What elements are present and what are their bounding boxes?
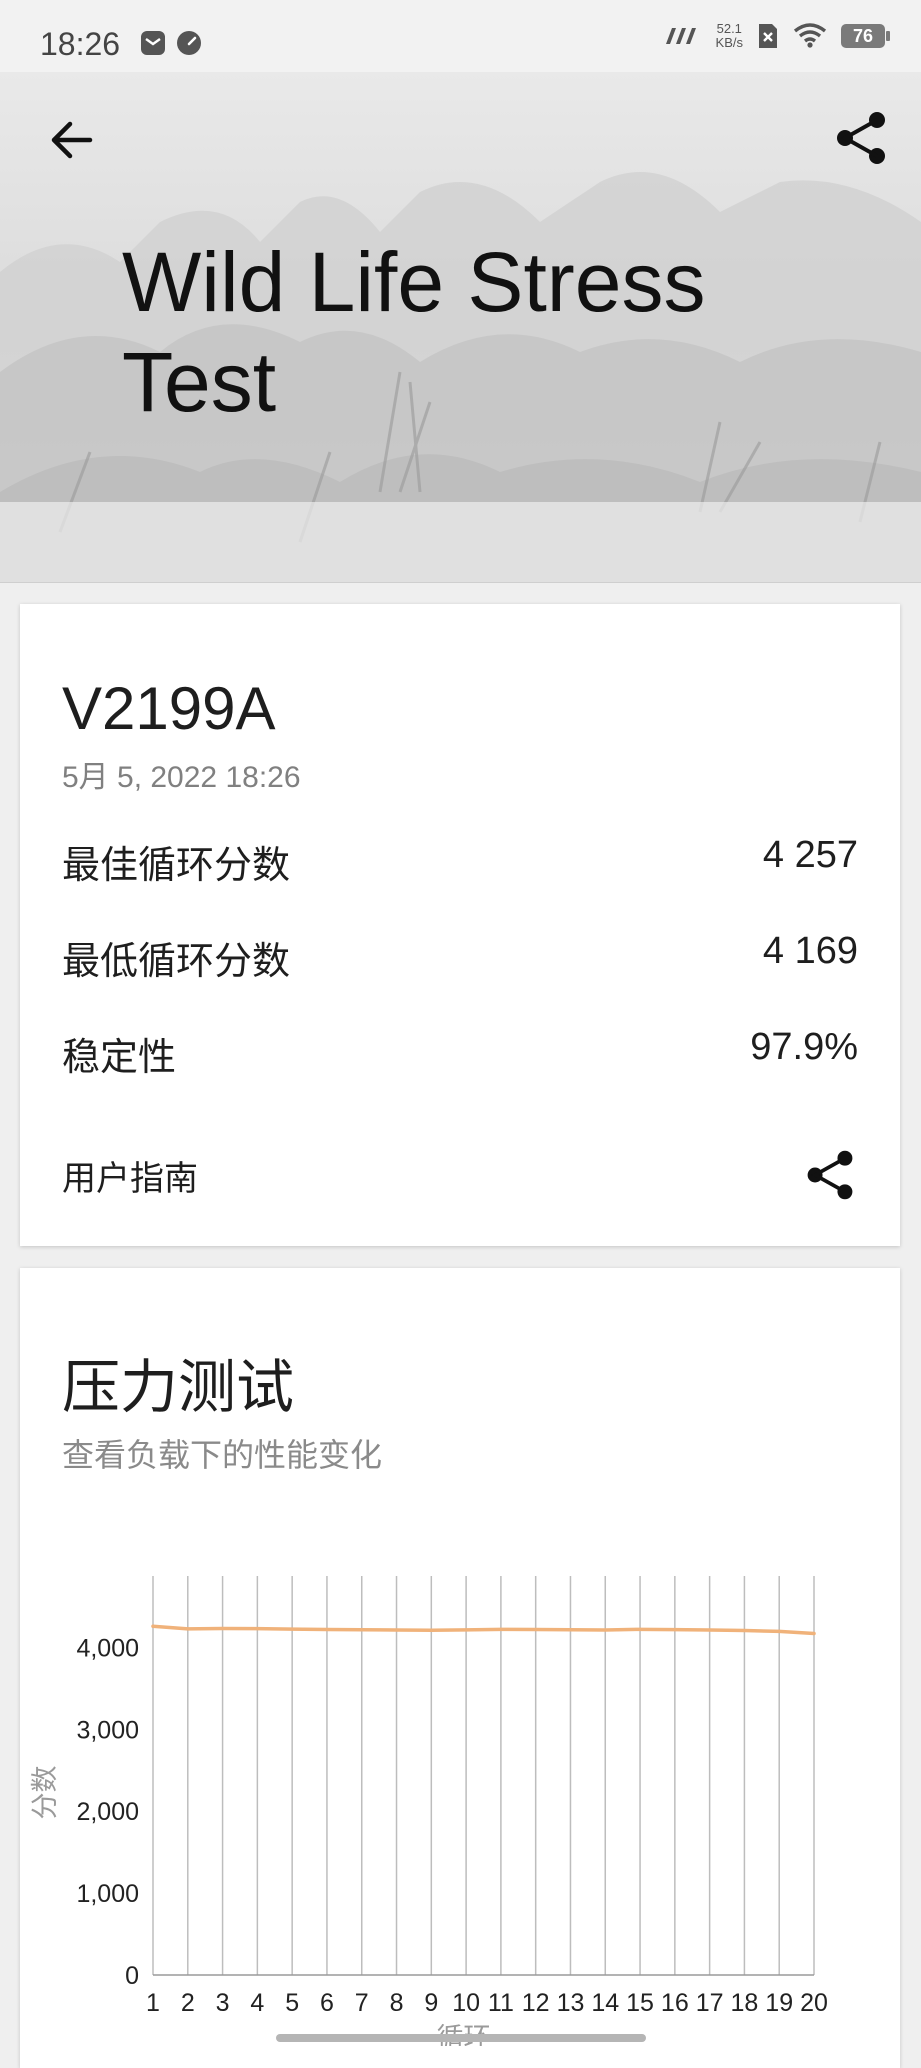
x-tick-label: 14 [591,1989,619,2017]
data-point [603,1628,607,1632]
x-tick-label: 1 [146,1989,160,2017]
row-value: 4 257 [762,834,858,876]
data-point [499,1627,503,1631]
x-tick-label: 19 [765,1989,793,2017]
device-name: V2199A [62,675,276,742]
data-point [429,1628,433,1632]
data-point [673,1628,677,1632]
data-point [394,1628,399,1632]
data-point [464,1628,468,1632]
share-icon[interactable] [802,1147,858,1203]
row-label: 最低循环分数 [62,941,291,983]
y-axis-title: 分数 [30,1766,60,1820]
x-tick-label: 13 [557,1989,585,2017]
speedometer-notification-icon [177,31,201,55]
x-tick-label: 15 [626,1989,654,2017]
user-guide-link[interactable]: 用户指南 [62,1151,198,1200]
x-tick-label: 10 [452,1989,480,2017]
test-header-banner: Wild Life Stress Test [0,72,921,583]
x-tick-label: 6 [320,1989,334,2017]
no-sim-icon [759,24,777,48]
data-point [638,1627,642,1631]
x-tick-label: 5 [285,1989,299,2017]
data-point [534,1627,538,1632]
wifi-icon [793,23,827,48]
x-tick-label: 18 [731,1989,759,2017]
stability-row: 稳定性 97.9% [62,1026,858,1079]
mail-notification-icon [141,31,165,55]
share-icon[interactable] [831,108,891,168]
score-per-loop-line-chart: 01,0002,0003,0004,0001 2 3 4 5 6 7 8 9 10 11 12 13 14… [30,1576,828,2046]
battery-indicator: 76 [841,24,890,48]
x-tick-label: 12 [522,1989,550,2017]
row-value: 4 169 [762,930,858,972]
x-tick-label: 3 [216,1989,230,2017]
data-point [742,1628,747,1633]
y-tick-label: 3,000 [76,1716,139,1744]
back-arrow-icon[interactable] [44,112,100,168]
test-date: 5月 5, 2022 18:26 [62,761,301,794]
y-tick-label: 4,000 [76,1634,139,1662]
x-tick-label: 7 [355,1989,369,2017]
x-tick-label: 8 [390,1989,404,2017]
user-guide-row[interactable]: 用户指南 [62,1140,858,1210]
data-point [325,1627,329,1632]
network-speed: 52.1 KB/s [715,21,743,50]
x-tick-label: 16 [661,1989,689,2017]
data-point [708,1628,712,1632]
best-loop-score-row: 最佳循环分数 4 257 [62,834,858,887]
data-point [290,1627,294,1631]
stress-test-card: 压力测试 查看负载下的性能变化 0 1,000 2,000 3,000 4,000 1 2 3… [20,1268,900,2068]
x-tick-label: 11 [488,1989,514,2017]
row-label: 稳定性 [62,1037,177,1079]
x-tick-label: 4 [250,1989,264,2017]
status-bar: 18:26 52.1 KB/s 76 [0,0,921,76]
y-tick-label: 2,000 [76,1798,139,1826]
page-title: Wild Life Stress Test [122,235,706,429]
result-summary-card: V2199A 5月 5, 2022 18:26 最佳循环分数 4 257 最低循… [20,604,900,1246]
x-tick-label: 17 [696,1989,724,2017]
y-tick-label: 0 [125,1962,139,1990]
status-time: 18:26 [40,26,121,62]
lowest-loop-score-row: 最低循环分数 4 169 [62,930,858,983]
row-value: 97.9% [750,1026,858,1068]
row-label: 最佳循环分数 [62,845,291,887]
signal-icon [665,28,696,44]
x-tick-label: 9 [424,1989,438,2017]
x-tick-label: 2 [181,1989,195,2017]
home-indicator[interactable] [276,2034,646,2042]
data-point [360,1628,364,1632]
data-point [220,1626,225,1631]
x-tick-label: 20 [800,1989,828,2017]
data-point [186,1627,190,1631]
data-point [255,1627,259,1631]
data-point [568,1628,573,1632]
data-point [777,1629,781,1633]
score-series-line [151,1624,816,1636]
data-point [151,1624,155,1628]
data-point [812,1631,816,1636]
y-tick-label: 1,000 [76,1880,139,1908]
